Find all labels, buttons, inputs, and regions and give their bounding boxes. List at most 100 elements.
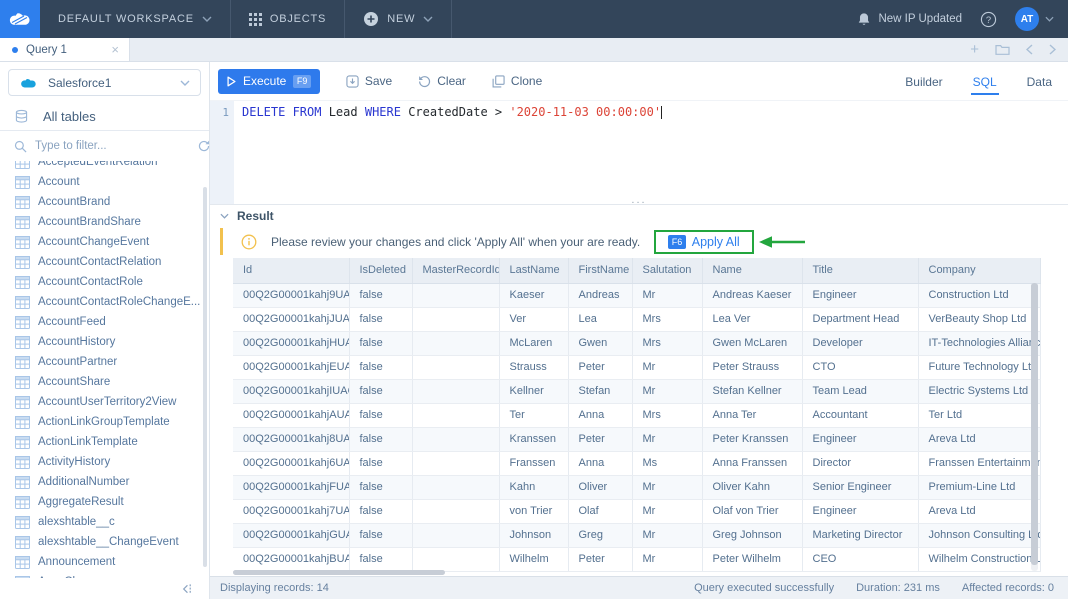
table-list-item[interactable]: ActivityHistory <box>0 452 209 472</box>
table-icon <box>15 476 30 489</box>
table-icon <box>15 176 30 189</box>
execute-button[interactable]: Execute F9 <box>218 69 320 94</box>
filter-input[interactable] <box>35 140 189 152</box>
tab-data[interactable]: Data <box>1025 65 1054 97</box>
table-list-item[interactable]: AccountFeed <box>0 312 209 332</box>
result-header[interactable]: Result <box>210 205 1068 227</box>
vertical-scrollbar[interactable] <box>1031 283 1038 571</box>
table-row[interactable]: 00Q2G00001kahj9UAAfalse KaeserAndreasMr … <box>233 283 1040 307</box>
workspace-menu[interactable]: DEFAULT WORKSPACE <box>40 0 230 38</box>
table-list-item[interactable]: Account <box>0 172 209 192</box>
table-row[interactable]: 00Q2G00001kahjGUAQfalse JohnsonGregMr Gr… <box>233 523 1040 547</box>
table-list-item[interactable]: alexshtable__ChangeEvent <box>0 532 209 552</box>
result-table: IdIsDeletedMasterRecordIdLastNameFirstNa… <box>233 258 1041 572</box>
account-menu[interactable]: AT <box>1015 7 1054 31</box>
open-folder-icon[interactable] <box>995 43 1010 56</box>
all-tables-header[interactable]: All tables <box>0 102 209 131</box>
save-button[interactable]: Save <box>346 74 392 88</box>
annotation-arrow-icon <box>758 235 806 249</box>
clone-button[interactable]: Clone <box>492 74 542 88</box>
table-icon <box>15 316 30 329</box>
column-header[interactable]: FirstName <box>568 258 632 283</box>
table-list-item[interactable]: AdditionalNumber <box>0 472 209 492</box>
table-list-item[interactable]: AcceptedEventRelation <box>0 161 209 172</box>
connection-select[interactable]: Salesforce1 <box>8 69 201 96</box>
status-bar: Displaying records: 14 Query executed su… <box>210 576 1068 599</box>
table-list-item[interactable]: AccountChangeEvent <box>0 232 209 252</box>
result-title: Result <box>237 209 274 223</box>
table-row[interactable]: 00Q2G00001kahjFUAQfalse KahnOliverMr Oli… <box>233 475 1040 499</box>
table-row[interactable]: 00Q2G00001kahjEUAQfalse StraussPeterMr P… <box>233 355 1040 379</box>
app-logo[interactable] <box>0 0 40 38</box>
sql-editor[interactable]: 1 DELETE FROM Lead WHERE CreatedDate > '… <box>210 100 1068 204</box>
table-icon <box>15 216 30 229</box>
unsaved-dot-icon <box>12 47 18 53</box>
table-list-item[interactable]: Announcement <box>0 552 209 572</box>
table-row[interactable]: 00Q2G00001kahjHUAQfalse McLarenGwenMrs G… <box>233 331 1040 355</box>
new-tab-icon[interactable]: + <box>970 41 979 58</box>
table-list-item[interactable]: ActionLinkGroupTemplate <box>0 412 209 432</box>
notice-message: Please review your changes and click 'Ap… <box>271 235 640 249</box>
column-header[interactable]: Name <box>702 258 802 283</box>
table-list-item[interactable]: ActionLinkTemplate <box>0 432 209 452</box>
apply-all-button[interactable]: F6 Apply All <box>668 235 739 249</box>
table-list-item[interactable]: AccountContactRelation <box>0 252 209 272</box>
objects-menu[interactable]: OBJECTS <box>231 0 344 38</box>
svg-text:?: ? <box>986 14 991 25</box>
column-header[interactable]: IsDeleted <box>349 258 412 283</box>
chevron-left-icon[interactable] <box>1026 44 1033 55</box>
plus-circle-icon <box>363 11 379 27</box>
column-header[interactable]: Title <box>802 258 918 283</box>
help-icon[interactable]: ? <box>980 11 997 28</box>
table-list-item[interactable]: AccountPartner <box>0 352 209 372</box>
table-list-item[interactable]: AccountContactRoleChangeE... <box>0 292 209 312</box>
table-icon <box>15 556 30 569</box>
clear-button[interactable]: Clear <box>418 74 466 88</box>
column-header[interactable]: Id <box>233 258 349 283</box>
tab-query1[interactable]: Query 1 × <box>0 38 130 61</box>
table-row[interactable]: 00Q2G00001kahj8UAAfalse KranssenPeterMr … <box>233 427 1040 451</box>
table-row[interactable]: 00Q2G00001kahjJUAQfalse VerLeaMrs Lea Ve… <box>233 307 1040 331</box>
bell-icon <box>857 12 871 27</box>
notification-item[interactable]: New IP Updated <box>857 12 962 27</box>
chevron-down-icon <box>423 16 433 22</box>
sql-code-line[interactable]: DELETE FROM Lead WHERE CreatedDate > '20… <box>234 101 1068 204</box>
table-list-item[interactable]: AggregateResult <box>0 492 209 512</box>
close-tab-icon[interactable]: × <box>111 42 119 57</box>
copy-icon <box>492 75 505 88</box>
refresh-icon[interactable] <box>197 139 211 153</box>
table-list-item[interactable]: ApexClass <box>0 572 209 578</box>
table-row[interactable]: 00Q2G00001kahj7UAAfalse von TrierOlafMr … <box>233 499 1040 523</box>
table-list-item[interactable]: AccountContactRole <box>0 272 209 292</box>
tab-sql[interactable]: SQL <box>971 65 999 97</box>
table-icon <box>15 436 30 449</box>
table-icon <box>15 536 30 549</box>
column-header[interactable]: LastName <box>499 258 568 283</box>
table-icon <box>15 576 30 579</box>
table-list-item[interactable]: AccountShare <box>0 372 209 392</box>
table-list-item[interactable]: AccountBrand <box>0 192 209 212</box>
new-menu[interactable]: NEW <box>345 0 451 38</box>
column-header[interactable]: MasterRecordId <box>412 258 499 283</box>
horizontal-scrollbar[interactable] <box>233 570 1040 575</box>
column-header[interactable]: Salutation <box>632 258 702 283</box>
table-icon <box>15 456 30 469</box>
sidebar-scrollbar[interactable] <box>203 187 207 567</box>
table-row[interactable]: 00Q2G00001kahj6UAAfalse FranssenAnnaMs A… <box>233 451 1040 475</box>
collapse-sidebar-icon[interactable] <box>180 583 193 595</box>
salesforce-icon <box>19 76 39 90</box>
table-list-item[interactable]: AccountHistory <box>0 332 209 352</box>
table-row[interactable]: 00Q2G00001kahjBUAQfalse WilhelmPeterMr P… <box>233 547 1040 571</box>
tab-builder[interactable]: Builder <box>903 65 944 97</box>
table-list-item[interactable]: AccountBrandShare <box>0 212 209 232</box>
text-caret <box>661 106 662 119</box>
apply-all-annotation-box: F6 Apply All <box>654 230 753 254</box>
review-notice: Please review your changes and click 'Ap… <box>220 228 1068 255</box>
splitter-handle[interactable]: ... <box>631 197 646 203</box>
chevron-right-icon[interactable] <box>1049 44 1056 55</box>
table-list-item[interactable]: AccountUserTerritory2View <box>0 392 209 412</box>
column-header[interactable]: Company <box>918 258 1040 283</box>
table-list-item[interactable]: alexshtable__c <box>0 512 209 532</box>
table-row[interactable]: 00Q2G00001kahjAUAQfalse TerAnnaMrs Anna … <box>233 403 1040 427</box>
table-row[interactable]: 00Q2G00001kahjIUAQfalse KellnerStefanMr … <box>233 379 1040 403</box>
